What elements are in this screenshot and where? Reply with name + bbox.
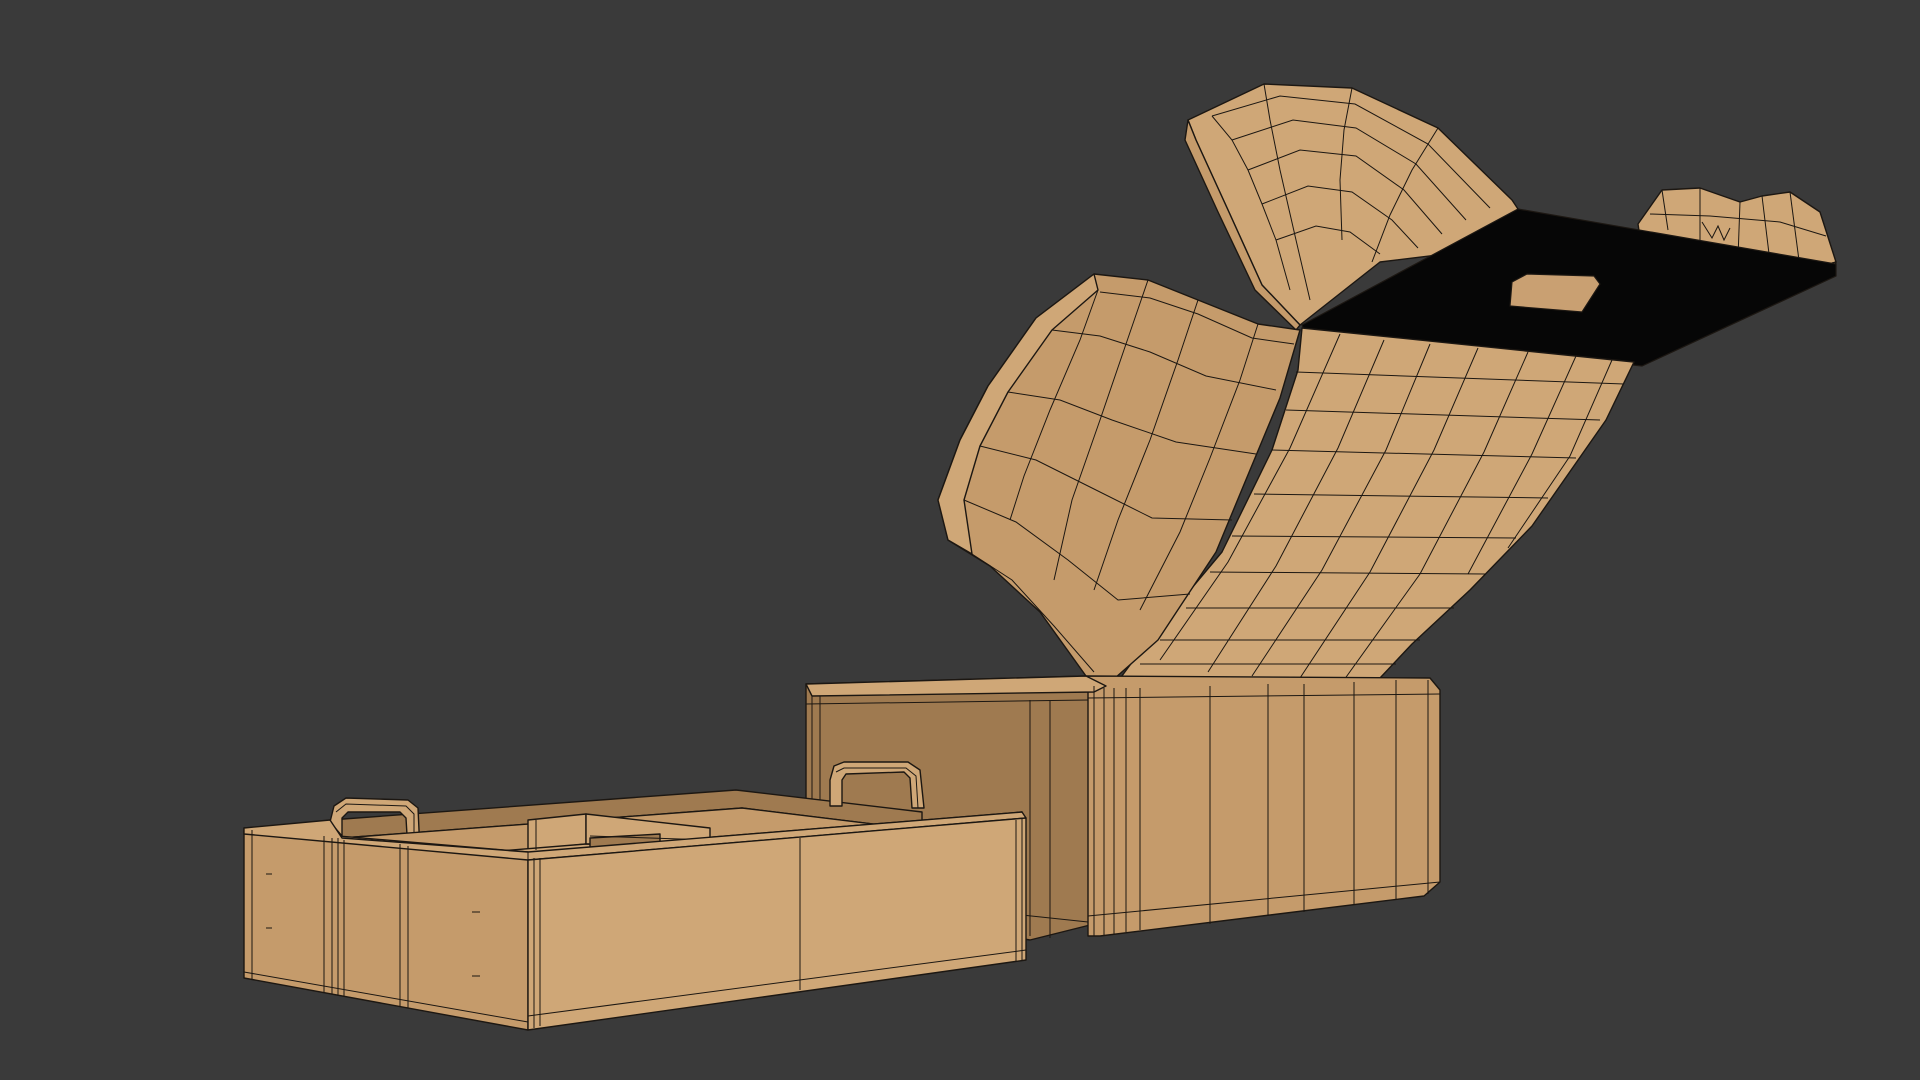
3d-viewport[interactable] — [0, 0, 1920, 1080]
viewport-canvas[interactable] — [0, 0, 1920, 1080]
